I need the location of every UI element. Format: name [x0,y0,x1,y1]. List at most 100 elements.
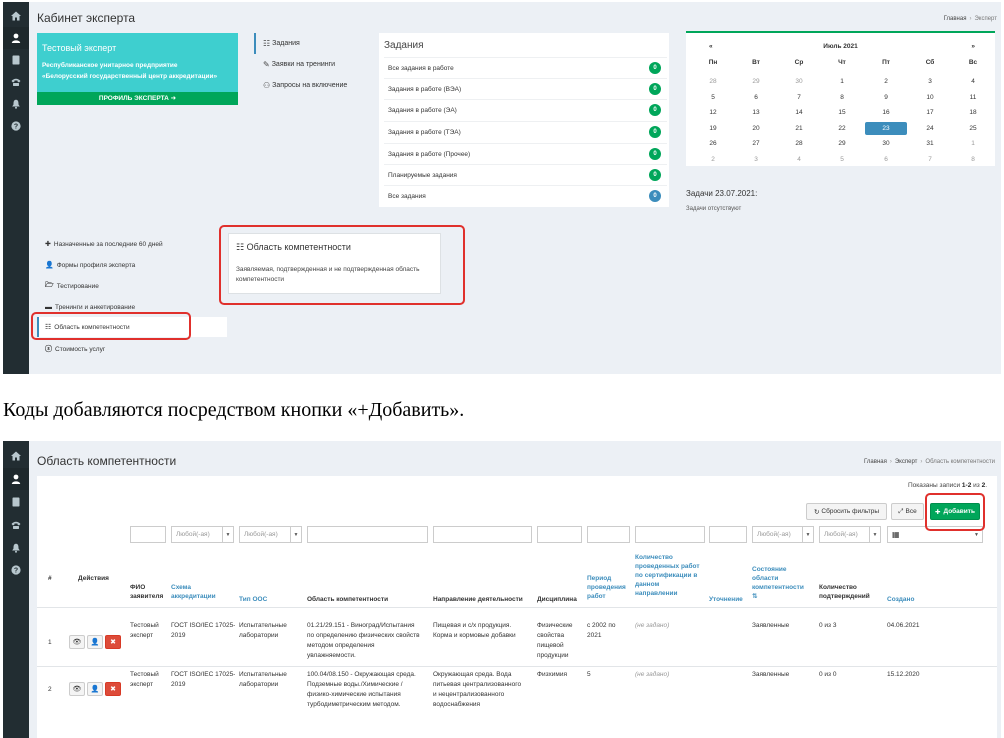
breadcrumb-home[interactable]: Главная [864,459,887,465]
col-applicant[interactable]: ФИО заявителя [130,583,163,601]
calendar-day[interactable]: 11 [958,91,988,104]
book-icon[interactable] [3,491,29,513]
col-type[interactable]: Тип ООС [239,595,267,604]
book-icon[interactable] [3,49,29,71]
task-row[interactable]: Все задания в работе 0 [384,57,667,78]
filter-applicant[interactable] [130,526,166,543]
calendar-day[interactable]: 20 [741,122,771,135]
filter-count[interactable] [635,526,705,543]
col-count[interactable]: Количество проведенных работ по сертификац… [635,553,700,598]
task-row[interactable]: Задания в работе (Прочее) 0 [384,143,667,164]
col-period[interactable]: Период проведения работ [587,574,626,601]
col-created[interactable]: Создано [887,595,914,604]
calendar-day[interactable]: 10 [915,91,945,104]
calendar-day[interactable]: 2 [698,153,728,166]
user-icon[interactable] [3,27,29,49]
help-icon[interactable]: ? [3,559,29,581]
calendar-day[interactable]: 6 [871,153,901,166]
calendar-day[interactable]: 8 [958,153,988,166]
home-icon[interactable] [3,445,29,467]
breadcrumb-home[interactable]: Главная [944,16,967,22]
task-row[interactable]: Все задания 0 [384,185,667,206]
help-icon[interactable]: ? [3,115,29,137]
calendar-day[interactable]: 7 [915,153,945,166]
col-state[interactable]: Состояние области компетентности ⇅ [752,565,804,601]
reset-filters-button[interactable]: ↻ Сбросить фильтры [806,503,887,520]
calendar-day[interactable]: 16 [871,106,901,119]
menu-item-tasks[interactable]: ☷ Задания [254,33,376,54]
calendar-day[interactable]: 21 [784,122,814,135]
calendar-month[interactable]: Июль 2021 [686,43,995,50]
view-icon[interactable]: 👁 [69,682,85,696]
calendar-day[interactable]: 6 [741,91,771,104]
col-direction[interactable]: Направление деятельности [433,595,523,604]
user-icon[interactable]: 👤 [87,635,103,649]
view-icon[interactable]: 👁 [69,635,85,649]
delete-icon[interactable]: ✖ [105,682,121,696]
menu-item-service-cost[interactable]: ⓢ Стоимость услуг [37,339,227,359]
filter-area[interactable] [307,526,428,543]
calendar-day[interactable]: 24 [915,122,945,135]
filter-clarification[interactable] [709,526,747,543]
show-all-button[interactable]: ⤢ Все [891,503,924,520]
calendar-day[interactable]: 19 [698,122,728,135]
menu-item-training-requests[interactable]: ✎ Заявки на тренинги [254,54,376,75]
menu-item-inclusion-requests[interactable]: ⚇ Запросы на включение [254,75,376,96]
task-row[interactable]: Задания в работе (ЭА) 0 [384,99,667,120]
filter-direction[interactable] [433,526,532,543]
menu-item-testing[interactable]: 🗁 Тестирование [37,276,227,296]
calendar-day[interactable]: 3 [915,75,945,88]
user-icon[interactable] [3,468,29,490]
col-clarification[interactable]: Уточнение [709,595,743,604]
bell-icon[interactable] [3,537,29,559]
task-row[interactable]: Планируемые задания 0 [384,164,667,185]
calendar-day[interactable]: 29 [741,75,771,88]
calendar-day[interactable]: 28 [698,75,728,88]
calendar-day[interactable]: 1 [827,75,857,88]
calendar-day[interactable]: 18 [958,106,988,119]
delete-icon[interactable]: ✖ [105,635,121,649]
filter-confirm[interactable]: Любой(-ая) ▼ [819,526,881,543]
col-confirm[interactable]: Количество подтверждений [819,583,870,601]
filter-type[interactable]: Любой(-ая) ▼ [239,526,302,543]
calendar-day[interactable]: 30 [784,75,814,88]
calendar-day[interactable]: 26 [698,137,728,150]
calendar-day[interactable]: 2 [871,75,901,88]
filter-discipline[interactable] [537,526,582,543]
calendar-day[interactable]: 4 [784,153,814,166]
calendar-day[interactable]: 30 [871,137,901,150]
bell-icon[interactable] [3,93,29,115]
task-row[interactable]: Задания в работе (ВЭА) 0 [384,78,667,99]
calendar-day[interactable]: 29 [827,137,857,150]
calendar-day[interactable]: 1 [958,137,988,150]
calendar-day[interactable]: 23 [865,121,907,135]
calendar-day[interactable]: 9 [871,91,901,104]
task-row[interactable]: Задания в работе (ТЭА) 0 [384,121,667,142]
breadcrumb-expert[interactable]: Эксперт [895,459,918,465]
calendar-day[interactable]: 15 [827,106,857,119]
phone-icon[interactable] [3,71,29,93]
filter-period[interactable] [587,526,630,543]
phone-icon[interactable] [3,514,29,536]
calendar-day[interactable]: 28 [784,137,814,150]
calendar-day[interactable]: 4 [958,75,988,88]
expert-profile-button[interactable]: ПРОФИЛЬ ЭКСПЕРТА ➜ [37,92,238,105]
calendar-day[interactable]: 7 [784,91,814,104]
menu-item-assigned[interactable]: ✚ Назначенные за последние 60 дней [37,234,227,254]
filter-state[interactable]: Любой(-ая) ▼ [752,526,814,543]
filter-scheme[interactable]: Любой(-ая) ▼ [171,526,234,543]
calendar-day[interactable]: 3 [741,153,771,166]
calendar-day[interactable]: 14 [784,106,814,119]
col-scheme[interactable]: Схема аккредитации [171,583,216,601]
calendar-day[interactable]: 8 [827,91,857,104]
calendar-day[interactable]: 13 [741,106,771,119]
calendar-day[interactable]: 12 [698,106,728,119]
calendar-day[interactable]: 25 [958,122,988,135]
col-discipline[interactable]: Дисциплина [537,595,577,604]
user-icon[interactable]: 👤 [87,682,103,696]
calendar-day[interactable]: 27 [741,137,771,150]
calendar-day[interactable]: 22 [827,122,857,135]
col-area[interactable]: Область компетентности [307,595,388,604]
home-icon[interactable] [3,5,29,27]
calendar-day[interactable]: 17 [915,106,945,119]
